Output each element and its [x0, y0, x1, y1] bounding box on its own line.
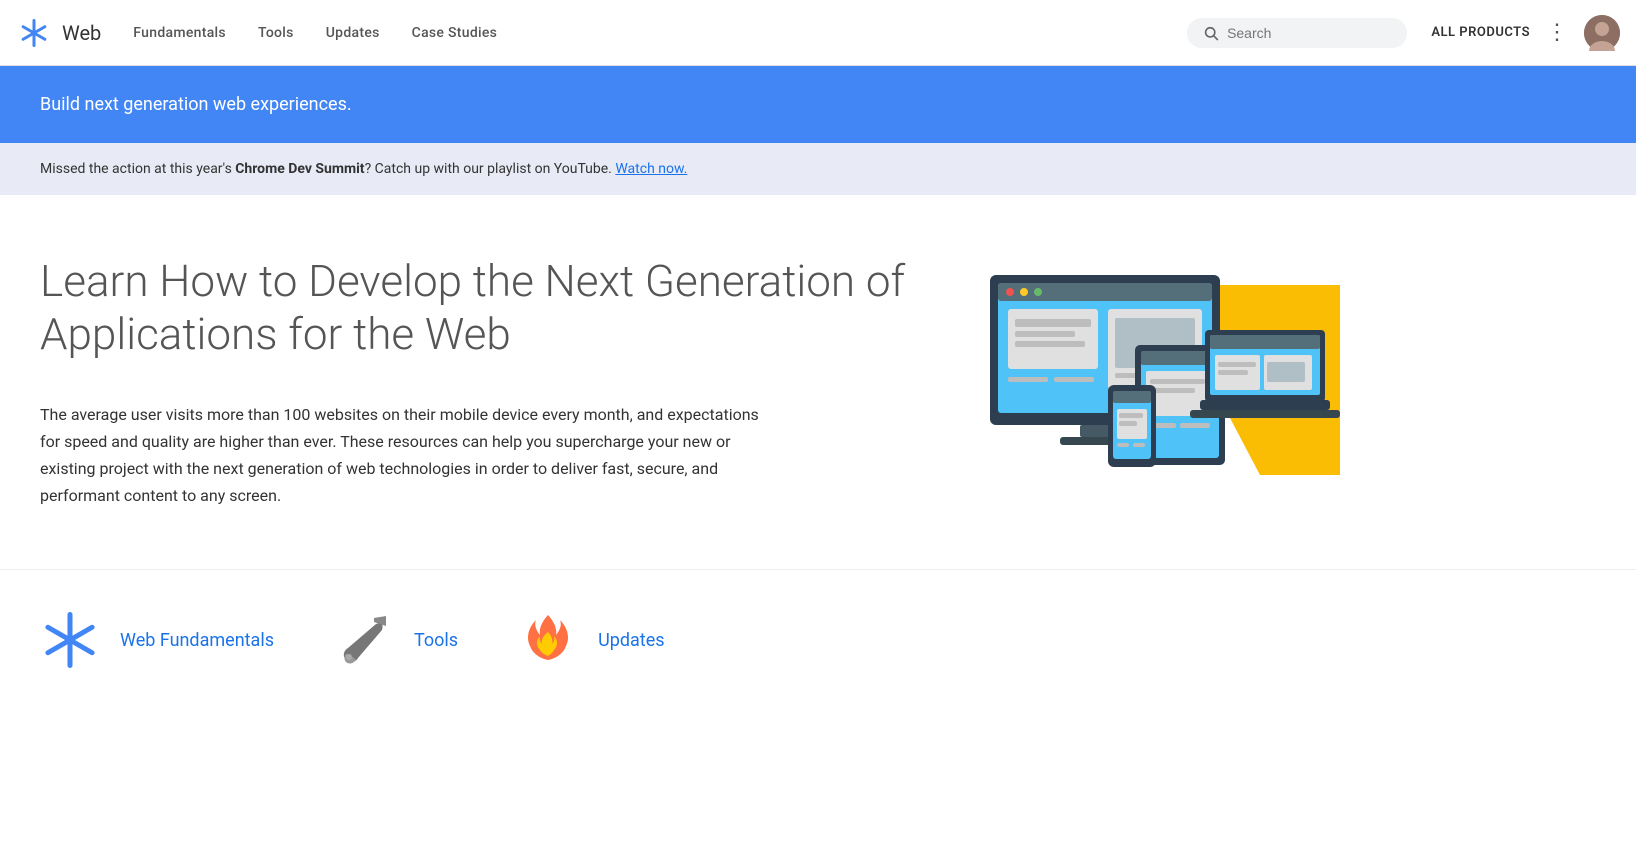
- watch-now-link[interactable]: Watch now.: [615, 161, 687, 177]
- all-products-button[interactable]: ALL PRODUCTS: [1431, 25, 1530, 40]
- card-fundamentals-label: Web Fundamentals: [120, 630, 274, 651]
- card-updates-label: Updates: [598, 630, 664, 651]
- search-icon: [1203, 24, 1219, 42]
- avatar-image: [1584, 15, 1620, 51]
- nav-link-fundamentals[interactable]: Fundamentals: [133, 25, 226, 41]
- card-web-fundamentals[interactable]: Web Fundamentals: [40, 610, 274, 670]
- banner-text: Build next generation web experiences.: [40, 94, 352, 115]
- wrench-icon: [334, 610, 394, 670]
- devices-illustration: [980, 255, 1340, 475]
- announcement-prefix: Missed the action at this year's: [40, 161, 235, 177]
- blue-banner: Build next generation web experiences.: [0, 66, 1636, 143]
- search-bar[interactable]: [1187, 18, 1407, 48]
- main-heading: Learn How to Develop the Next Generation…: [40, 255, 940, 361]
- announcement-suffix: ? Catch up with our playlist on YouTube.: [365, 161, 612, 177]
- avatar[interactable]: [1584, 15, 1620, 51]
- search-input[interactable]: [1227, 25, 1391, 41]
- more-options-icon[interactable]: ⋮: [1546, 22, 1568, 44]
- hero-illustration: [980, 255, 1340, 475]
- nav-link-tools[interactable]: Tools: [258, 25, 294, 41]
- nav-links: Fundamentals Tools Updates Case Studies: [133, 25, 1179, 41]
- announcement-highlight: Chrome Dev Summit: [235, 161, 364, 177]
- nav-link-case-studies[interactable]: Case Studies: [412, 25, 498, 41]
- navbar: Web Fundamentals Tools Updates Case Stud…: [0, 0, 1636, 66]
- logo-link[interactable]: Web: [16, 15, 101, 51]
- nav-link-updates[interactable]: Updates: [326, 25, 380, 41]
- main-body-text: The average user visits more than 100 we…: [40, 401, 780, 510]
- card-updates[interactable]: Updates: [518, 610, 664, 670]
- card-tools[interactable]: Tools: [334, 610, 458, 670]
- updates-icon: [518, 610, 578, 670]
- card-tools-label: Tools: [414, 630, 458, 651]
- announcement-bar: Missed the action at this year's Chrome …: [0, 143, 1636, 195]
- main-text-block: Learn How to Develop the Next Generation…: [40, 255, 940, 509]
- navbar-right: ALL PRODUCTS ⋮: [1431, 15, 1620, 51]
- announcement-text: Missed the action at this year's Chrome …: [40, 161, 687, 177]
- logo-icon: [16, 15, 52, 51]
- brand-name: Web: [62, 21, 101, 45]
- fundamentals-icon: [40, 610, 100, 670]
- bottom-cards: Web Fundamentals Tools Updates: [0, 569, 1636, 690]
- main-content: Learn How to Develop the Next Generation…: [0, 195, 1636, 549]
